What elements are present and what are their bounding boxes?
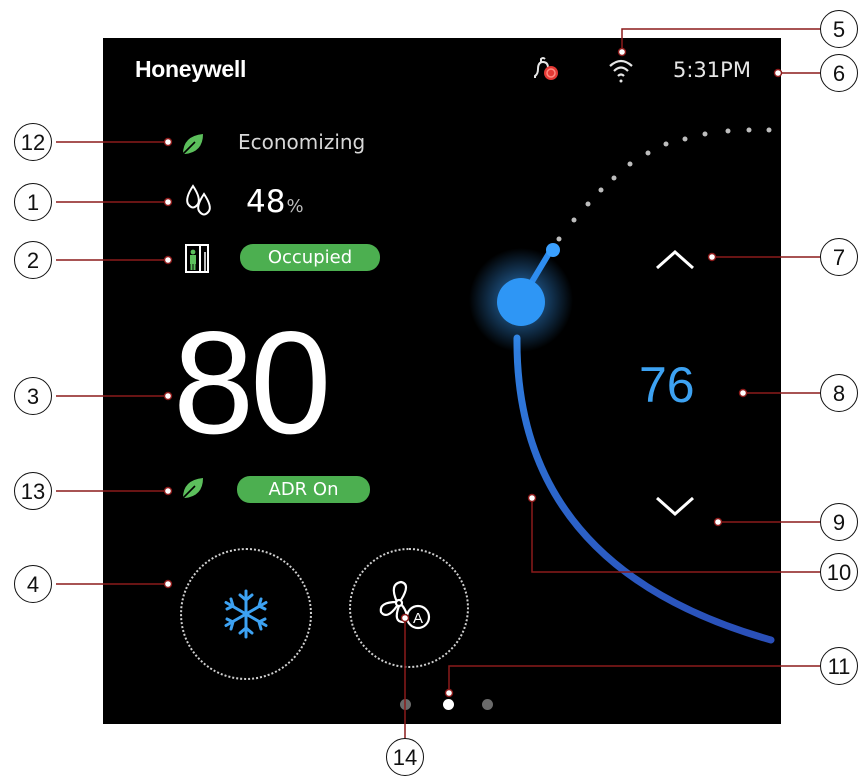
- callout-10: 10: [820, 553, 858, 591]
- callout-6: 6: [820, 54, 858, 92]
- callout-11: 11: [820, 647, 858, 685]
- callout-3: 3: [14, 377, 52, 415]
- callout-5: 5: [820, 10, 858, 48]
- callout-7: 7: [820, 238, 858, 276]
- callout-8: 8: [820, 374, 858, 412]
- callout-2: 2: [14, 241, 52, 279]
- callout-4: 4: [14, 565, 52, 603]
- callout-12: 12: [14, 123, 52, 161]
- callout-lines: [56, 28, 822, 740]
- callout-9: 9: [820, 503, 858, 541]
- callout-14: 14: [386, 738, 424, 776]
- callout-1: 1: [14, 183, 52, 221]
- callout-13: 13: [14, 472, 52, 510]
